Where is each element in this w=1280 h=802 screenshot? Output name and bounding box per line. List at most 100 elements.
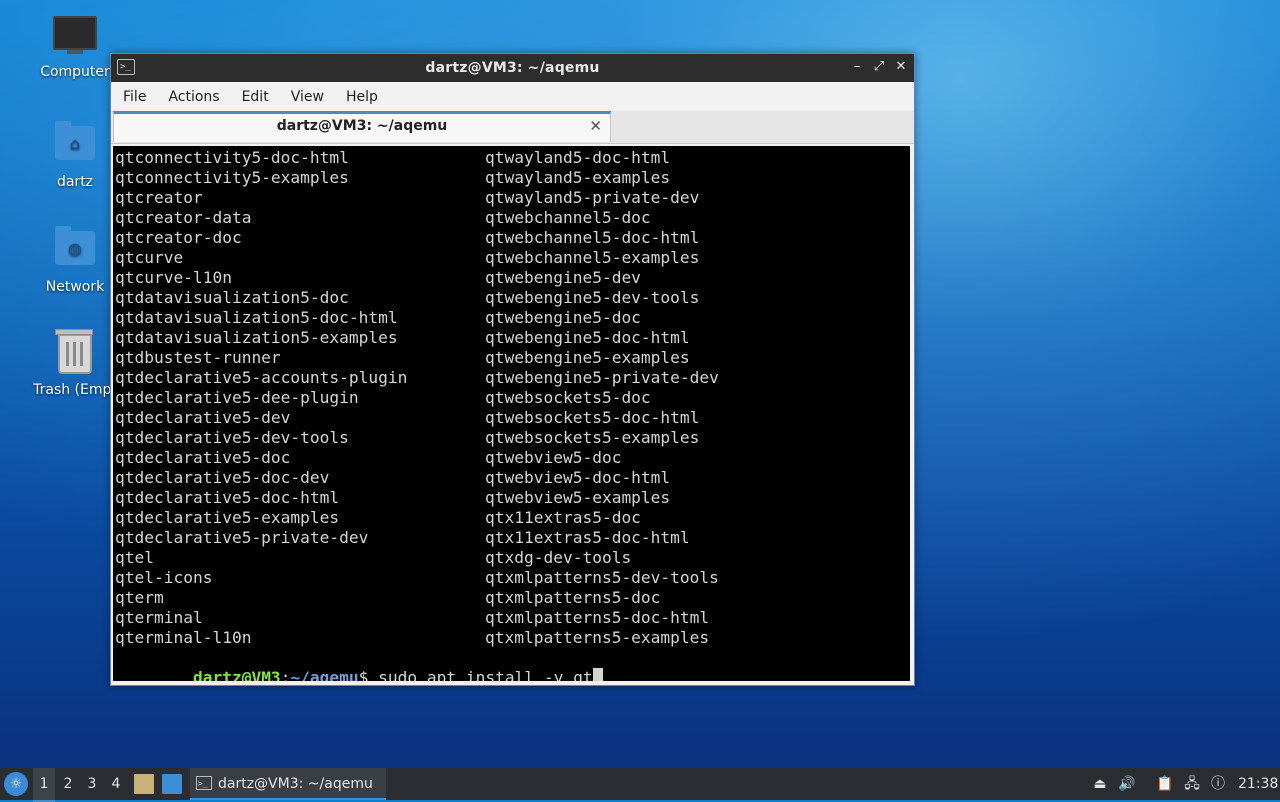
package-name: qtdeclarative5-doc [115,448,291,467]
close-button[interactable]: ✕ [894,58,908,76]
update-notifier-icon[interactable]: ⓘ [1208,774,1228,794]
terminal-line: qtdeclarative5-doc-html qtwebview5-exampl… [115,488,910,508]
terminal-window: >_ dartz@VM3: ~/aqemu – ⤢ ✕ File Actions… [110,53,915,686]
terminal-line: qtdatavisualization5-doc-html qtwebengine… [115,308,910,328]
package-name: qtcreator [115,188,203,207]
tab-terminal[interactable]: dartz@VM3: ~/aqemu ✕ [113,111,611,142]
package-name: qtcreator-data [115,208,252,227]
clock[interactable]: 21:38 [1238,768,1278,800]
network-status-icon[interactable]: 🖧 [1182,774,1202,794]
package-name: qtwebengine5-dev [485,268,641,287]
workspace-1[interactable]: 1 [33,768,55,802]
workspace-4[interactable]: 4 [105,768,127,800]
start-menu-icon[interactable]: ☼ [4,772,28,796]
package-name: qtwebengine5-dev-tools [485,288,700,307]
package-name: qtwebview5-doc [485,448,622,467]
package-name: qtdeclarative5-dev [115,408,291,427]
home-folder-icon: ⌂ [53,121,97,170]
package-name: qtel [115,548,154,567]
package-name: qtdeclarative5-private-dev [115,528,369,547]
package-name: qterminal-l10n [115,628,252,647]
terminal-line: qtcreator qtwayland5-private-dev [115,188,910,208]
terminal-line: qtcurve-l10n qtwebengine5-dev [115,268,910,288]
terminal-line: qtdeclarative5-dev-tools qtwebsockets5-ex… [115,428,910,448]
workspace-2[interactable]: 2 [57,768,79,800]
show-desktop-icon[interactable] [162,774,182,794]
menu-actions[interactable]: Actions [160,89,227,105]
menu-file[interactable]: File [115,89,154,105]
package-name: qtwebsockets5-doc-html [485,408,700,427]
package-name: qtwebsockets5-doc [485,388,651,407]
file-manager-icon[interactable] [134,774,154,794]
package-name: qtdeclarative5-dev-tools [115,428,349,447]
package-name: qtwayland5-private-dev [485,188,700,207]
package-name: qtcreator-doc [115,228,242,247]
terminal-line: qtdeclarative5-doc-dev qtwebview5-doc-htm… [115,468,910,488]
package-name: qtxmlpatterns5-examples [485,628,710,647]
minimize-button[interactable]: – [850,58,864,76]
package-name: qtel-icons [115,568,213,587]
package-name: qtwebengine5-examples [485,348,690,367]
package-name: qtcurve [115,248,184,267]
terminal-line: qterm qtxmlpatterns5-doc [115,588,910,608]
menu-edit[interactable]: Edit [234,89,277,105]
terminal-app-icon[interactable]: >_ [117,59,135,75]
terminal-line: qterminal qtxmlpatterns5-doc-html [115,608,910,628]
terminal-prompt-line[interactable]: dartz@VM3:~/aqemu$ sudo apt install -y q… [115,648,910,681]
task-label: dartz@VM3: ~/aqemu [218,776,373,792]
terminal-line: qtcurve qtwebchannel5-examples [115,248,910,268]
package-name: qterm [115,588,164,607]
menu-help[interactable]: Help [338,89,386,105]
tab-bar: dartz@VM3: ~/aqemu ✕ [111,111,914,144]
tab-close-icon[interactable]: ✕ [589,117,602,135]
package-name: qtwebchannel5-doc [485,208,651,227]
terminal-line: qtdatavisualization5-doc qtwebengine5-dev… [115,288,910,308]
terminal-line: qtel qtxdg-dev-tools [115,548,910,568]
package-name: qtdatavisualization5-doc-html [115,308,398,327]
terminal-line: qtdeclarative5-dee-plugin qtwebsockets5-d… [115,388,910,408]
command-input[interactable]: sudo apt install -y qt [378,668,592,681]
window-controls: – ⤢ ✕ [850,58,908,76]
terminal-line: qtdeclarative5-examples qtx11extras5-doc [115,508,910,528]
package-name: qtx11extras5-doc-html [485,528,690,547]
window-titlebar[interactable]: >_ dartz@VM3: ~/aqemu – ⤢ ✕ [111,54,914,82]
taskbar-task-terminal[interactable]: >_ dartz@VM3: ~/aqemu [190,768,386,800]
menu-view[interactable]: View [283,89,332,105]
package-name: qtdeclarative5-dee-plugin [115,388,359,407]
clipboard-icon[interactable]: 📋 [1155,774,1175,794]
package-name: qtdeclarative5-doc-dev [115,468,330,487]
terminal-line: qterminal-l10n qtxmlpatterns5-examples [115,628,910,648]
network-folder-icon: ◍ [53,226,97,275]
terminal-line: qtdeclarative5-private-dev qtx11extras5-d… [115,528,910,548]
terminal-line: qtcreator-data qtwebchannel5-doc [115,208,910,228]
package-name: qtdatavisualization5-examples [115,328,398,347]
trash-icon [53,329,97,378]
package-name: qtwebengine5-doc-html [485,328,690,347]
package-name: qtxmlpatterns5-doc-html [485,608,710,627]
package-name: qtwebsockets5-examples [485,428,700,447]
text-cursor [592,668,603,681]
package-name: qterminal [115,608,203,627]
package-name: qtwebchannel5-examples [485,248,700,267]
terminal-output[interactable]: qtconnectivity5-doc-html qtwayland5-doc-h… [113,146,910,681]
package-name: qtconnectivity5-examples [115,168,349,187]
package-name: qtxmlpatterns5-dev-tools [485,568,719,587]
terminal-line: qtel-icons qtxmlpatterns5-dev-tools [115,568,910,588]
package-name: qtdeclarative5-doc-html [115,488,340,507]
package-name: qtwebview5-examples [485,488,671,507]
package-name: qtwebengine5-private-dev [485,368,719,387]
maximize-button[interactable]: ⤢ [872,58,886,76]
package-name: qtwebview5-doc-html [485,468,671,487]
volume-icon[interactable]: 🔊 [1117,774,1137,794]
terminal-line: qtconnectivity5-examples qtwayland5-examp… [115,168,910,188]
package-name: qtdeclarative5-examples [115,508,340,527]
eject-icon[interactable]: ⏏ [1090,774,1110,794]
workspace-3[interactable]: 3 [81,768,103,800]
package-name: qtdbustest-runner [115,348,281,367]
prompt-separator: : [280,668,291,681]
package-name: qtwayland5-examples [485,168,671,187]
package-name: qtdatavisualization5-doc [115,288,349,307]
terminal-line: qtdeclarative5-doc qtwebview5-doc [115,448,910,468]
package-name: qtxdg-dev-tools [485,548,632,567]
terminal-line: qtdatavisualization5-examples qtwebengine… [115,328,910,348]
